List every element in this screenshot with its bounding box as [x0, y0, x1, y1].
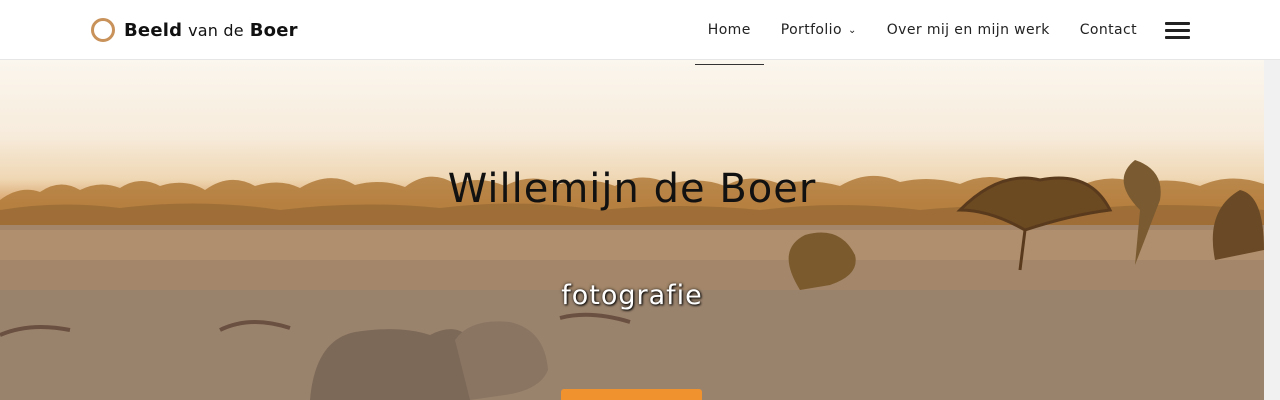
nav-portfolio-label: Portfolio — [780, 22, 842, 38]
hamburger-icon[interactable] — [1165, 21, 1190, 39]
nav-contact-label: Contact — [1079, 22, 1137, 38]
nav-about-label: Over mij en mijn werk — [886, 22, 1050, 38]
logo-word-2: van de — [188, 20, 244, 40]
nav-home-label: Home — [707, 22, 751, 38]
savanna-photo — [0, 160, 1264, 400]
nav-item-home[interactable]: Home — [694, 0, 764, 65]
nav-item-about[interactable]: Over mij en mijn werk — [887, 0, 1050, 60]
nav-item-portfolio[interactable]: Portfolio ⌄ — [781, 0, 857, 60]
hero-subtitle: fotografie — [561, 280, 703, 311]
main-nav: Home Portfolio ⌄ Over mij en mijn werk C… — [678, 0, 1190, 65]
logo-word-1: Beeld — [124, 19, 183, 41]
logo-word-3: Boer — [249, 19, 298, 41]
nav-item-contact[interactable]: Contact — [1080, 0, 1137, 60]
site-logo[interactable]: Beeld van de Boer — [91, 17, 298, 43]
logo-text: Beeld van de Boer — [124, 20, 298, 41]
hero-title: Willemijn de Boer — [447, 166, 817, 212]
hero-banner: Willemijn de Boer fotografie — [0, 60, 1264, 400]
hero-cta-button[interactable] — [561, 389, 702, 400]
site-header: Beeld van de Boer Home Portfolio ⌄ Over … — [0, 0, 1280, 65]
ring-icon — [91, 18, 115, 42]
chevron-down-icon: ⌄ — [847, 24, 857, 36]
page-scrollbar[interactable] — [1264, 60, 1280, 400]
